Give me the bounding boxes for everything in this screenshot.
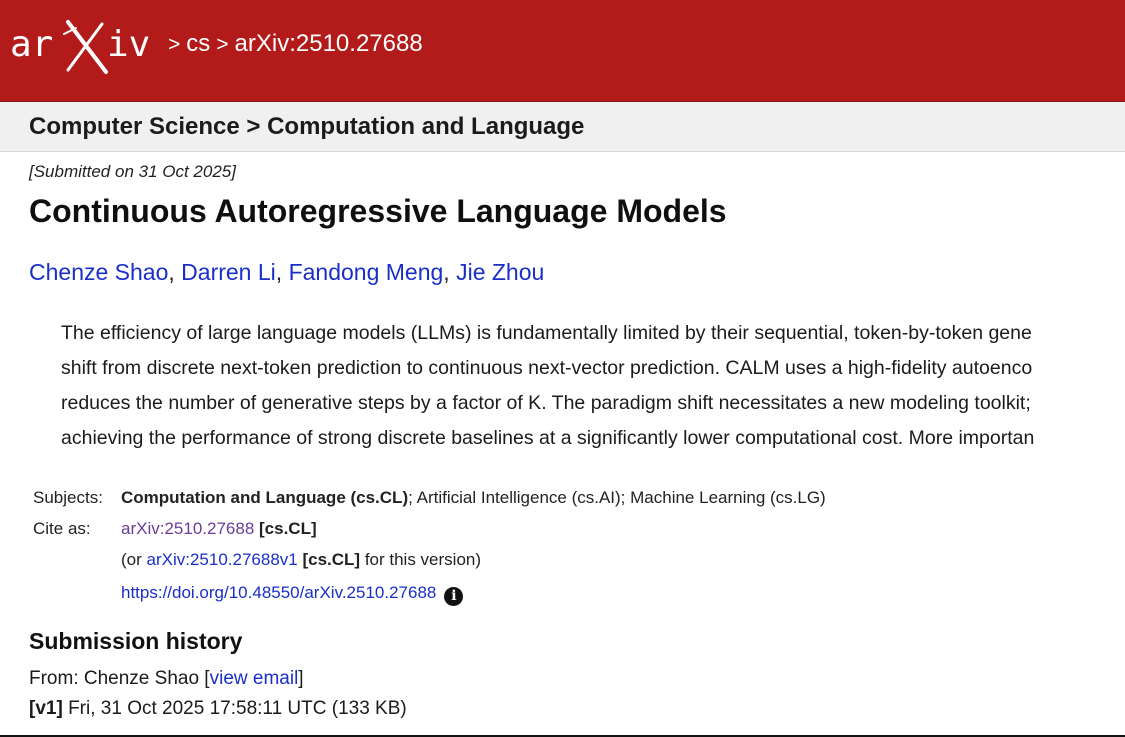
submission-date: [Submitted on 31 Oct 2025] <box>29 162 236 181</box>
cite-id-link[interactable]: arXiv:2510.27688 <box>121 519 254 538</box>
author-link[interactable]: Fandong Meng <box>289 259 444 285</box>
version-prefix: (or <box>121 550 147 569</box>
breadcrumb-separator: > <box>216 33 229 56</box>
arxiv-logo[interactable]: ar iv <box>10 18 160 76</box>
version-suffix: for this version) <box>360 550 482 569</box>
version-details: Fri, 31 Oct 2025 17:58:11 UTC (133 KB) <box>62 698 407 719</box>
logo-ar: ar <box>10 24 53 65</box>
author-list: Chenze Shao, Darren Li, Fandong Meng, Ji… <box>29 259 545 285</box>
cite-value: arXiv:2510.27688 [cs.CL] <box>121 519 317 539</box>
abstract-line: achieving the performance of strong disc… <box>61 427 1035 449</box>
doi-row: https://doi.org/10.48550/arXiv.2510.2768… <box>121 583 464 606</box>
breadcrumb-separator: > <box>168 33 181 56</box>
cite-category: [cs.CL] <box>259 519 317 538</box>
info-icon[interactable]: i <box>444 587 464 606</box>
cite-label: Cite as: <box>33 519 91 538</box>
breadcrumb-current: arXiv:2510.27688 <box>234 30 423 57</box>
author-link[interactable]: Jie Zhou <box>456 259 544 285</box>
from-prefix: From: Chenze Shao [ <box>29 668 210 689</box>
version-category: [cs.CL] <box>302 550 361 569</box>
version-cite: (or arXiv:2510.27688v1 [cs.CL] for this … <box>121 550 481 570</box>
other-subjects: ; Artificial Intelligence (cs.AI); Machi… <box>408 488 826 507</box>
page-frame: ar iv > cs > arXiv:2510.27688 Computer Scie… <box>0 0 1125 735</box>
submission-history-heading: Submission history <box>29 628 243 654</box>
doi-link[interactable]: https://doi.org/10.48550/arXiv.2510.2768… <box>121 583 436 602</box>
logo-iv: iv <box>107 24 150 65</box>
abstract-line: The efficiency of large language models … <box>61 322 1032 344</box>
author-link[interactable]: Chenze Shao <box>29 259 168 285</box>
breadcrumb-cs-link[interactable]: cs <box>186 30 210 57</box>
category-title: Computer Science > Computation and Langu… <box>29 113 585 140</box>
abstract-line: reduces the number of generative steps b… <box>61 392 1031 414</box>
view-email-link[interactable]: view email <box>210 668 299 689</box>
version-tag[interactable]: [v1] <box>29 698 63 719</box>
subjects-value: Computation and Language (cs.CL); Artifi… <box>121 488 826 508</box>
category-header: Computer Science > Computation and Langu… <box>0 102 1125 152</box>
abstract: The efficiency of large language models … <box>61 316 1125 456</box>
breadcrumb: > cs > arXiv:2510.27688 <box>162 30 423 58</box>
from-suffix: ] <box>298 668 304 689</box>
subjects-label: Subjects: <box>33 488 103 507</box>
submitter: From: Chenze Shao [view email] <box>29 668 304 690</box>
paper-title: Continuous Autoregressive Language Model… <box>29 193 727 229</box>
abstract-line: shift from discrete next-token predictio… <box>61 357 1033 379</box>
author-link[interactable]: Darren Li <box>181 259 276 285</box>
primary-subject: Computation and Language (cs.CL) <box>121 488 409 507</box>
version-id-link[interactable]: arXiv:2510.27688v1 <box>147 550 298 569</box>
version-entry: [v1] Fri, 31 Oct 2025 17:58:11 UTC (133 … <box>29 698 407 720</box>
site-header: ar iv > cs > arXiv:2510.27688 <box>0 0 1125 102</box>
